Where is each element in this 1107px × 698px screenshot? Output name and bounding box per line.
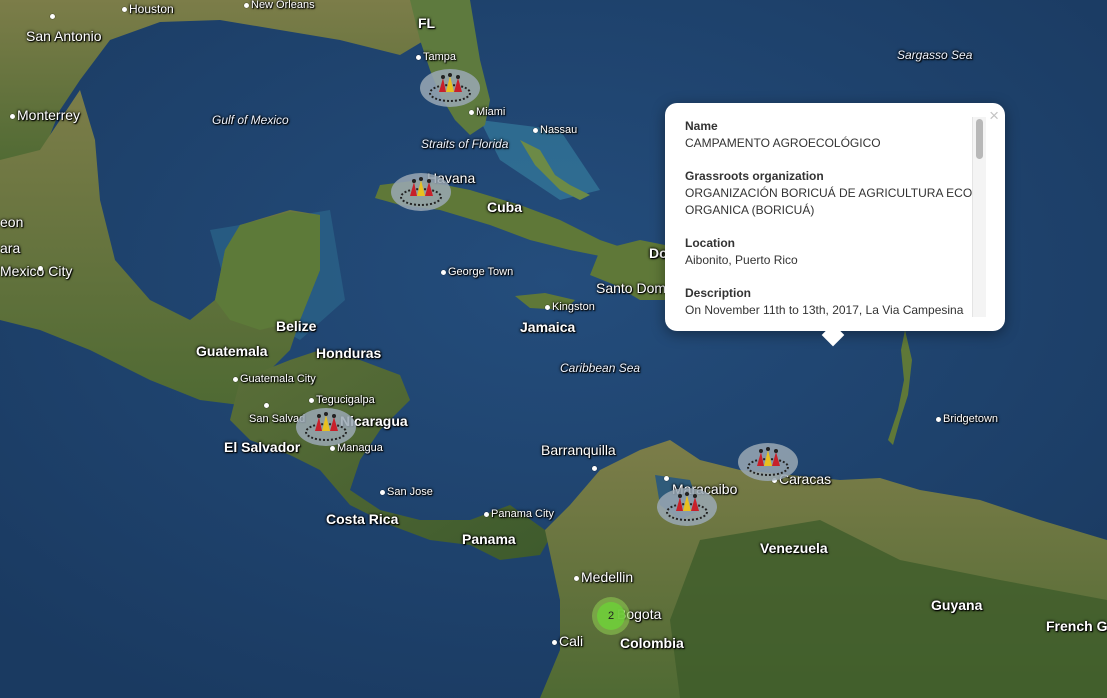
field-label-organization: Grassroots organization bbox=[685, 169, 824, 183]
marker-cluster[interactable]: 2 bbox=[592, 597, 630, 635]
city-label-houston: Houston bbox=[122, 3, 174, 15]
field-value-description: On November 11th to 13th, 2017, La Via C… bbox=[685, 303, 964, 317]
info-popup: × Name CAMPAMENTO AGROECOLÓGICO Grassroo… bbox=[665, 103, 1005, 347]
city-label-monterrey: Monterrey bbox=[10, 108, 80, 122]
country-label-costa-rica: Costa Rica bbox=[326, 511, 399, 527]
city-marker-maracaibo bbox=[664, 476, 671, 481]
city-label-san-antonio: San Antonio bbox=[26, 28, 102, 44]
country-label-colombia: Colombia bbox=[620, 635, 684, 651]
city-label-tegucigalpa: Tegucigalpa bbox=[309, 395, 375, 406]
farmers-logo-icon bbox=[420, 69, 480, 107]
sea-label-straits-of-florida: Straits of Florida bbox=[421, 137, 509, 151]
country-label-guatemala: Guatemala bbox=[196, 343, 268, 359]
city-label-ara: ara bbox=[0, 240, 21, 256]
city-label-barranquilla: Barranquilla bbox=[541, 442, 616, 458]
city-label-cali: Cali bbox=[552, 634, 583, 648]
event-marker-tampa[interactable] bbox=[419, 68, 481, 108]
farmers-logo-icon bbox=[657, 488, 717, 526]
city-label-leon: eon bbox=[0, 214, 24, 230]
farmers-logo-icon bbox=[738, 443, 798, 481]
country-label-belize: Belize bbox=[276, 318, 317, 334]
field-value-organization: ORGANIZACIÓN BORICUÁ DE AGRICULTURA ECO-… bbox=[685, 186, 977, 217]
city-marker-barranquilla bbox=[592, 466, 599, 471]
city-label-tampa: Tampa bbox=[416, 52, 456, 63]
country-label-guyana: Guyana bbox=[931, 597, 983, 613]
field-label-location: Location bbox=[685, 236, 735, 250]
map-canvas[interactable]: Houston New Orleans San Antonio FL Tampa… bbox=[0, 0, 1107, 698]
field-label-description: Description bbox=[685, 286, 752, 300]
city-label-panama-city: Panama City bbox=[484, 509, 554, 520]
farmers-logo-icon bbox=[296, 408, 356, 446]
country-label-jamaica: Jamaica bbox=[520, 319, 576, 335]
city-label-mexico-city: Mexico City bbox=[0, 263, 73, 279]
popup-scrollbar[interactable] bbox=[972, 117, 986, 317]
popup-content[interactable]: Name CAMPAMENTO AGROECOLÓGICO Grassroots… bbox=[685, 119, 985, 317]
sea-label-sargasso-sea: Sargasso Sea bbox=[897, 48, 973, 62]
city-label-kingston: Kingston bbox=[545, 302, 595, 313]
city-label-san-jose: San Jose bbox=[380, 487, 433, 498]
city-label-miami: Miami bbox=[469, 107, 505, 118]
country-label-honduras: Honduras bbox=[316, 345, 382, 361]
city-label-guatemala-city: Guatemala City bbox=[233, 374, 316, 385]
city-marker-mexico-city bbox=[38, 266, 45, 271]
event-marker-nicaragua[interactable] bbox=[295, 407, 357, 447]
country-label-cuba: Cuba bbox=[487, 199, 522, 215]
city-label-santo-domingo: Santo Dom bbox=[596, 280, 667, 296]
city-label-george-town: George Town bbox=[441, 267, 513, 278]
event-marker-caracas[interactable] bbox=[737, 442, 799, 482]
city-label-bridgetown: Bridgetown bbox=[936, 414, 998, 425]
event-marker-havana[interactable] bbox=[390, 172, 452, 212]
country-label-french-guiana: French G bbox=[1046, 618, 1107, 634]
city-label-medellin: Medellin bbox=[574, 570, 633, 584]
popup-close-button[interactable]: × bbox=[989, 107, 999, 124]
city-label-nassau: Nassau bbox=[533, 125, 577, 136]
country-label-panama: Panama bbox=[462, 531, 516, 547]
country-label-venezuela: Venezuela bbox=[760, 540, 828, 556]
popup-scrollbar-thumb[interactable] bbox=[976, 119, 983, 159]
event-marker-maracaibo[interactable] bbox=[656, 487, 718, 527]
farmers-logo-icon bbox=[391, 173, 451, 211]
city-marker-san-salvador bbox=[264, 403, 271, 408]
field-value-location: Aibonito, Puerto Rico bbox=[685, 253, 798, 267]
city-label-new-orleans: New Orleans bbox=[244, 0, 315, 11]
country-label-el-salvador: El Salvador bbox=[224, 439, 301, 455]
sea-label-caribbean-sea: Caribbean Sea bbox=[560, 361, 641, 375]
region-label-fl: FL bbox=[418, 15, 436, 31]
field-label-name: Name bbox=[685, 119, 718, 133]
field-value-name: CAMPAMENTO AGROECOLÓGICO bbox=[685, 136, 881, 150]
sea-label-gulf-of-mexico: Gulf of Mexico bbox=[212, 113, 289, 127]
cluster-count: 2 bbox=[597, 602, 625, 630]
city-marker-san-antonio bbox=[50, 14, 57, 19]
